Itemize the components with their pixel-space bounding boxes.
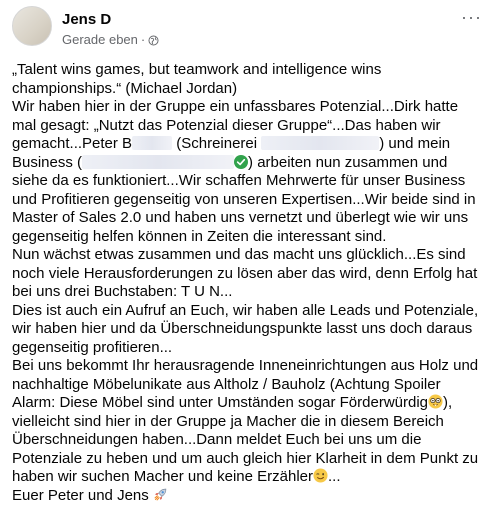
post-paragraph-call: Dies ist auch ein Aufruf an Euch, wir ha… [12, 301, 479, 356]
nerd-face-emoji-icon [428, 394, 443, 409]
more-options-button[interactable]: ··· [461, 8, 482, 26]
post-paragraph-offer: Bei uns bekommt Ihr herausragende Innene… [12, 357, 482, 487]
verified-check-icon [234, 154, 249, 169]
text-segment: Bei uns bekommt Ihr herausragende Innene… [12, 357, 479, 411]
text-segment: (Schreinerei [172, 135, 262, 152]
redacted-company [261, 136, 380, 150]
redacted-business-link[interactable] [82, 154, 235, 169]
post-paragraph-growth: Nun wächst etwas zusammen und das macht … [12, 246, 478, 300]
post-body: „Talent wins games, but teamwork and int… [12, 61, 482, 505]
avatar[interactable] [12, 6, 52, 46]
post-quote: „Talent wins games, but teamwork and int… [12, 61, 382, 97]
post-meta: Jens D Gerade eben · [62, 6, 159, 48]
post-subtitle: Gerade eben · [62, 32, 159, 48]
author-name[interactable]: Jens D [62, 10, 159, 29]
post-paragraph-collaboration: Wir haben hier in der Gruppe ein unfassb… [12, 98, 482, 246]
text-segment: ... [328, 468, 341, 485]
separator: · [140, 32, 146, 47]
post-signature: Euer Peter und Jens [12, 487, 482, 506]
globe-icon [148, 34, 159, 46]
text-segment: Euer Peter und Jens [12, 486, 153, 504]
redacted-name [132, 136, 173, 150]
winking-face-emoji-icon [313, 468, 328, 483]
facebook-post: Jens D Gerade eben · ··· „Talent wins ga… [0, 0, 496, 514]
timestamp[interactable]: Gerade eben [62, 32, 138, 48]
post-header: Jens D Gerade eben · [12, 6, 488, 52]
rocket-emoji-icon [154, 488, 167, 500]
